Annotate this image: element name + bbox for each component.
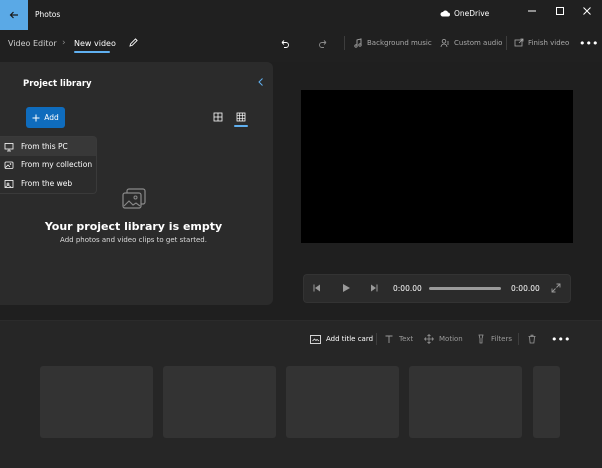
video-preview <box>301 90 573 243</box>
add-title-card-button[interactable]: Add title card <box>310 333 373 345</box>
pencil-icon <box>129 38 138 47</box>
filters-label: Filters <box>491 335 512 343</box>
filters-button[interactable]: Filters <box>476 333 512 345</box>
motion-icon <box>424 334 434 344</box>
background-music-button[interactable]: Background music <box>353 36 432 50</box>
plus-icon <box>32 114 40 121</box>
next-frame-button[interactable] <box>369 283 379 293</box>
text-button[interactable]: Text <box>384 333 413 345</box>
maximize-icon <box>556 7 564 15</box>
filters-icon <box>478 334 484 344</box>
panel-title: Project library <box>23 79 92 89</box>
close-button[interactable] <box>572 0 602 22</box>
add-button-label: Add <box>44 113 59 122</box>
arrow-left-icon <box>9 11 18 19</box>
storyboard-slot <box>163 366 276 438</box>
redo-button[interactable] <box>318 36 329 50</box>
active-view-indicator <box>234 125 248 127</box>
toolbar-divider <box>506 36 507 50</box>
total-time: 0:00.00 <box>511 284 540 293</box>
chevron-left-icon <box>258 78 263 86</box>
breadcrumb-video-editor[interactable]: Video Editor <box>8 39 57 48</box>
more-options-button[interactable]: ••• <box>579 36 598 50</box>
maximize-button[interactable] <box>545 0 575 22</box>
expand-icon <box>551 283 561 293</box>
grid-small-icon <box>236 112 246 122</box>
text-icon <box>385 335 393 343</box>
fullscreen-button[interactable] <box>551 283 561 293</box>
empty-state-subtitle: Add photos and video clips to get starte… <box>60 236 207 244</box>
more-dots-icon: ••• <box>579 36 599 50</box>
breadcrumb-new-video[interactable]: New video <box>74 39 116 48</box>
menu-item-from-my-collection[interactable]: From my collection <box>0 155 96 174</box>
menu-item-label: From the web <box>21 179 73 188</box>
storyboard-more-button[interactable]: ••• <box>551 332 571 346</box>
app-title: Photos <box>35 10 61 19</box>
storyboard-slot <box>533 366 560 438</box>
text-label: Text <box>399 335 414 343</box>
previous-frame-button[interactable] <box>312 283 322 293</box>
finish-video-button[interactable]: Finish video <box>514 36 569 50</box>
motion-button[interactable]: Motion <box>424 333 463 345</box>
add-title-card-label: Add title card <box>326 335 374 343</box>
cloud-icon <box>440 10 450 17</box>
collapse-panel-button[interactable] <box>257 77 265 87</box>
title-card-icon <box>310 334 321 344</box>
delete-button[interactable] <box>527 333 537 345</box>
small-tiles-view-button[interactable] <box>236 112 246 122</box>
toolbar-divider <box>518 333 519 345</box>
play-button[interactable] <box>341 283 351 293</box>
finish-video-label: Finish video <box>528 39 570 47</box>
toolbar-divider <box>376 333 377 345</box>
empty-state-title: Your project library is empty <box>44 220 223 233</box>
step-back-icon <box>313 284 320 292</box>
menu-item-label: From this PC <box>21 142 68 151</box>
storyboard-slot <box>286 366 399 438</box>
seek-bar[interactable] <box>429 287 501 290</box>
minimize-icon <box>528 10 536 12</box>
storyboard-slot <box>409 366 522 438</box>
menu-item-from-the-web[interactable]: From the web <box>0 174 96 193</box>
web-icon <box>4 179 14 188</box>
export-icon <box>514 38 524 47</box>
menu-item-label: From my collection <box>21 160 93 169</box>
audio-person-icon <box>440 39 449 48</box>
menu-item-from-this-pc[interactable]: From this PC <box>0 137 96 156</box>
active-tab-indicator <box>74 51 110 53</box>
onedrive-status[interactable]: OneDrive <box>440 9 489 18</box>
background-music-label: Background music <box>367 39 432 47</box>
rename-button[interactable] <box>128 37 139 48</box>
more-dots-icon: ••• <box>551 332 571 346</box>
current-time: 0:00.00 <box>393 284 422 293</box>
music-note-icon <box>354 38 362 48</box>
play-icon <box>343 284 350 292</box>
motion-label: Motion <box>439 335 463 343</box>
collection-icon <box>4 161 14 169</box>
custom-audio-label: Custom audio <box>454 39 503 47</box>
undo-icon <box>281 39 289 48</box>
add-button[interactable]: Add <box>26 107 65 128</box>
empty-library-icon <box>121 187 147 211</box>
large-tiles-view-button[interactable] <box>213 112 223 122</box>
storyboard-slot <box>40 366 153 438</box>
toolbar-divider <box>344 36 345 50</box>
onedrive-label: OneDrive <box>454 9 490 18</box>
title-bar <box>0 0 602 30</box>
minimize-button[interactable] <box>517 0 547 22</box>
breadcrumb-chevron-icon: › <box>62 38 66 48</box>
back-button[interactable] <box>0 0 28 30</box>
custom-audio-button[interactable]: Custom audio <box>440 36 502 50</box>
close-icon <box>583 7 591 15</box>
grid-large-icon <box>213 112 223 122</box>
undo-button[interactable] <box>279 36 290 50</box>
trash-icon <box>528 334 536 344</box>
redo-icon <box>319 39 327 48</box>
step-forward-icon <box>371 284 378 292</box>
pc-icon <box>4 142 14 151</box>
